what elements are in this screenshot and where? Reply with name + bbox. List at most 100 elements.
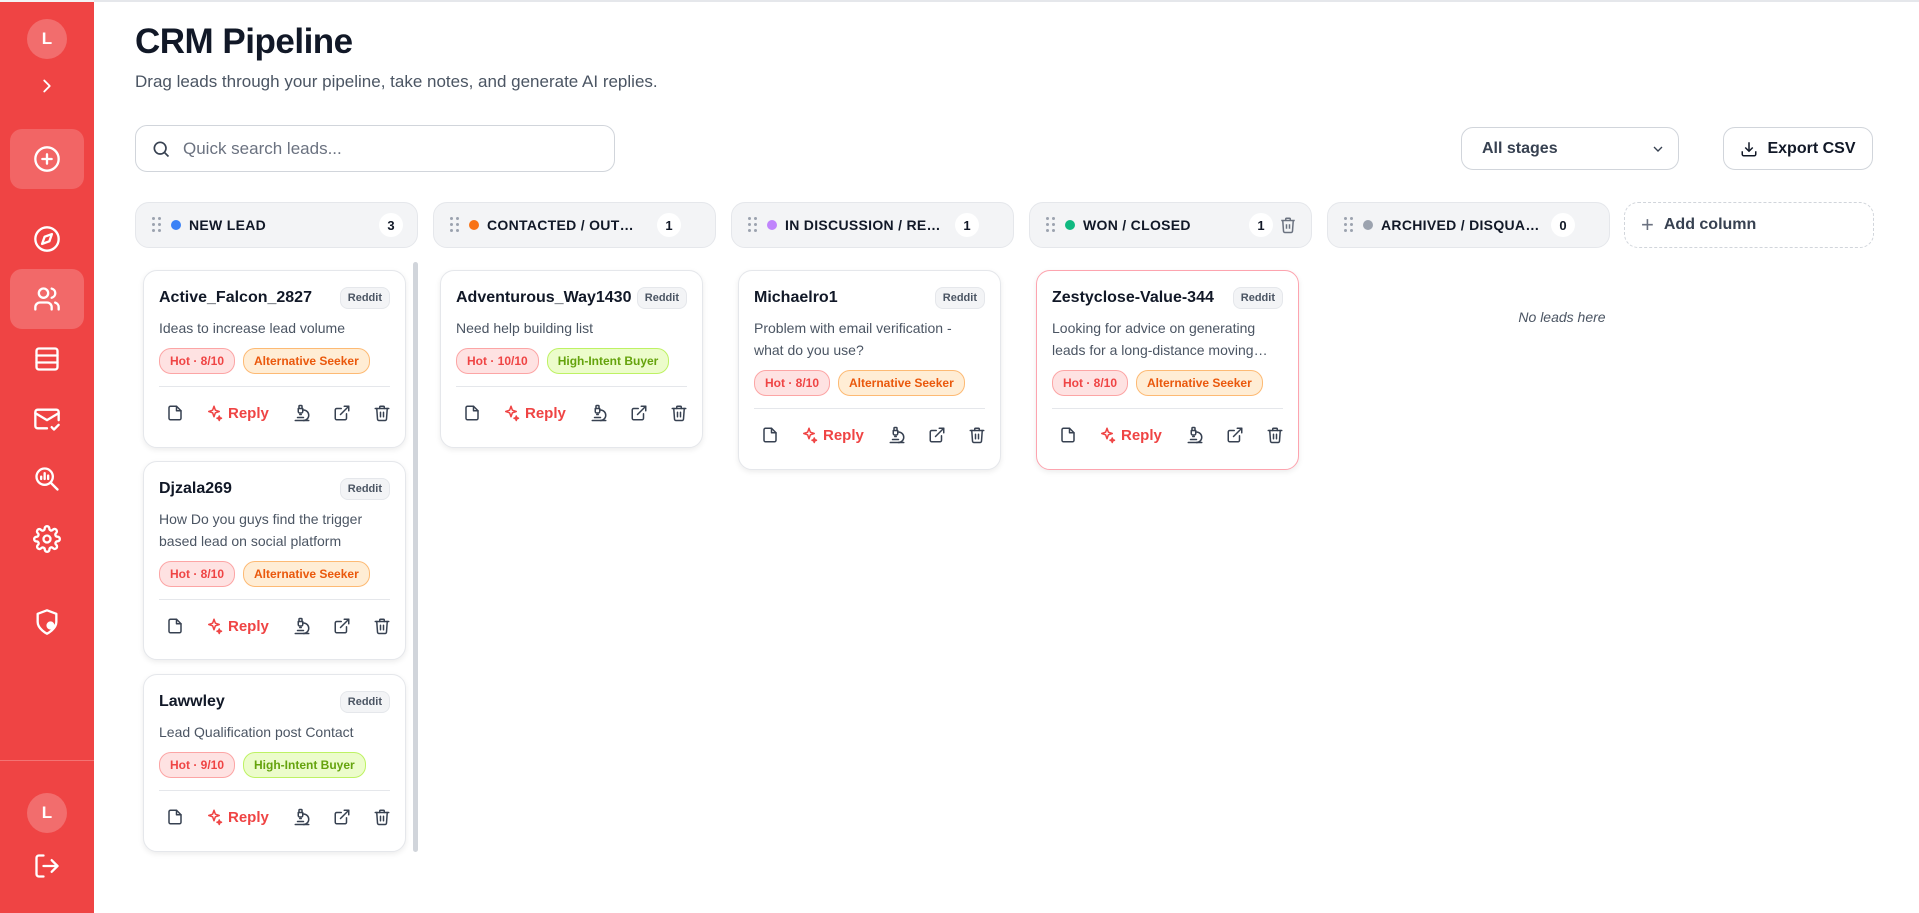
microscope-icon[interactable] (888, 426, 906, 444)
page-subtitle: Drag leads through your pipeline, take n… (135, 72, 658, 91)
add-circle-icon[interactable] (10, 129, 84, 189)
reply-label: Reply (228, 808, 269, 826)
trash-icon[interactable] (373, 808, 391, 826)
reply-button[interactable]: Reply (205, 404, 269, 422)
microscope-icon[interactable] (293, 808, 311, 826)
trash-icon[interactable] (373, 617, 391, 635)
drag-handle-icon[interactable] (748, 217, 758, 233)
stage-filter-select[interactable]: All stages (1461, 127, 1679, 170)
lead-name: Lawwley (159, 693, 225, 710)
microscope-icon[interactable] (1186, 426, 1204, 444)
lead-card[interactable]: Michaelro1 Reddit Problem with email ver… (738, 270, 1001, 470)
external-link-icon[interactable] (333, 404, 351, 422)
column-header-archived[interactable]: ARCHIVED / DISQUALIFIED 0 (1327, 202, 1610, 248)
column-count: 1 (955, 213, 979, 237)
delete-column-icon[interactable] (1279, 216, 1297, 234)
mail-check-icon[interactable] (10, 390, 84, 448)
search-input[interactable] (183, 138, 583, 159)
shield-user-icon[interactable] (10, 593, 84, 651)
reply-label: Reply (1121, 426, 1162, 444)
search-analytics-icon[interactable] (10, 450, 84, 508)
stage-filter-value: All stages (1482, 139, 1558, 157)
sidebar-divider (0, 760, 94, 761)
sparkles-icon (803, 427, 818, 444)
external-link-icon[interactable] (928, 426, 946, 444)
lead-card[interactable]: Active_Falcon_2827 Reddit Ideas to incre… (143, 270, 406, 448)
search-icon (153, 141, 170, 157)
column-header-in-discussion[interactable]: IN DISCUSSION / REPLIED 1 (731, 202, 1014, 248)
intent-badge: Alternative Seeker (243, 561, 370, 587)
sparkles-icon (1101, 427, 1116, 444)
lead-card[interactable]: Djzala269 Reddit How Do you guys find th… (143, 461, 406, 660)
column-header-contacted[interactable]: CONTACTED / OUTREACH 1 (433, 202, 716, 248)
trash-icon[interactable] (373, 404, 391, 422)
app: L L CRM Pipeline Drag leads through your… (0, 0, 1919, 913)
card-actions: Reply (159, 790, 390, 843)
reply-button[interactable]: Reply (205, 808, 269, 826)
column-header-new-lead[interactable]: NEW LEAD 3 (135, 202, 418, 248)
avatar[interactable]: L (27, 19, 67, 59)
note-icon[interactable] (166, 404, 184, 422)
column-scrollbar[interactable] (413, 262, 418, 852)
lead-description: Looking for advice on generating leads f… (1052, 320, 1256, 358)
reply-button[interactable]: Reply (502, 404, 566, 422)
intent-badge: High-Intent Buyer (243, 752, 366, 778)
trash-icon[interactable] (1266, 426, 1284, 444)
stage-dot (1363, 220, 1373, 230)
external-link-icon[interactable] (630, 404, 648, 422)
drag-handle-icon[interactable] (1046, 217, 1056, 233)
lead-description: Lead Qualification post Contact (159, 724, 354, 740)
reply-button[interactable]: Reply (205, 617, 269, 635)
add-column-button[interactable]: + Add column (1624, 202, 1874, 248)
lead-name: Djzala269 (159, 480, 232, 497)
note-icon[interactable] (761, 426, 779, 444)
lead-name: Active_Falcon_2827 (159, 289, 312, 306)
external-link-icon[interactable] (1226, 426, 1244, 444)
search-box[interactable] (135, 125, 615, 172)
lead-card[interactable]: Lawwley Reddit Lead Qualification post C… (143, 674, 406, 852)
trash-icon[interactable] (968, 426, 986, 444)
expand-icon[interactable] (10, 57, 84, 115)
logout-icon[interactable] (10, 837, 84, 895)
stage-dot (469, 220, 479, 230)
user-avatar[interactable]: L (27, 793, 67, 833)
drag-handle-icon[interactable] (450, 217, 460, 233)
drag-handle-icon[interactable] (1344, 217, 1354, 233)
note-icon[interactable] (166, 808, 184, 826)
main-content: CRM Pipeline Drag leads through your pip… (94, 0, 1919, 913)
trash-icon[interactable] (670, 404, 688, 422)
drag-handle-icon[interactable] (152, 217, 162, 233)
table-icon[interactable] (10, 330, 84, 388)
external-link-icon[interactable] (333, 617, 351, 635)
intent-badge: Alternative Seeker (1136, 370, 1263, 396)
microscope-icon[interactable] (590, 404, 608, 422)
source-badge: Reddit (339, 287, 390, 309)
external-link-icon[interactable] (333, 808, 351, 826)
score-badge: Hot · 8/10 (159, 348, 236, 374)
gear-icon[interactable] (10, 510, 84, 568)
lead-description: Need help building list (456, 320, 593, 336)
column-header-won[interactable]: WON / CLOSED 1 (1029, 202, 1312, 248)
column-title: IN DISCUSSION / REPLIED (785, 217, 945, 233)
sparkles-icon (208, 809, 223, 826)
source-badge: Reddit (339, 691, 390, 713)
microscope-icon[interactable] (293, 404, 311, 422)
users-icon[interactable] (10, 269, 84, 329)
note-icon[interactable] (1059, 426, 1077, 444)
note-icon[interactable] (463, 404, 481, 422)
export-csv-button[interactable]: Export CSV (1723, 127, 1873, 170)
sparkles-icon (505, 405, 520, 422)
note-icon[interactable] (166, 617, 184, 635)
lead-card[interactable]: Adventurous_Way1430 Reddit Need help bui… (440, 270, 703, 448)
card-actions: Reply (159, 599, 390, 652)
lead-card[interactable]: Zestyclose-Value-344 Reddit Looking for … (1036, 270, 1299, 470)
microscope-icon[interactable] (293, 617, 311, 635)
score-badge: Hot · 8/10 (159, 561, 236, 587)
download-icon (1741, 141, 1757, 156)
column-title: NEW LEAD (189, 217, 267, 233)
reply-button[interactable]: Reply (800, 426, 864, 444)
score-badge: Hot · 8/10 (1052, 370, 1129, 396)
compass-icon[interactable] (10, 210, 84, 268)
score-badge: Hot · 10/10 (456, 348, 539, 374)
reply-button[interactable]: Reply (1098, 426, 1162, 444)
